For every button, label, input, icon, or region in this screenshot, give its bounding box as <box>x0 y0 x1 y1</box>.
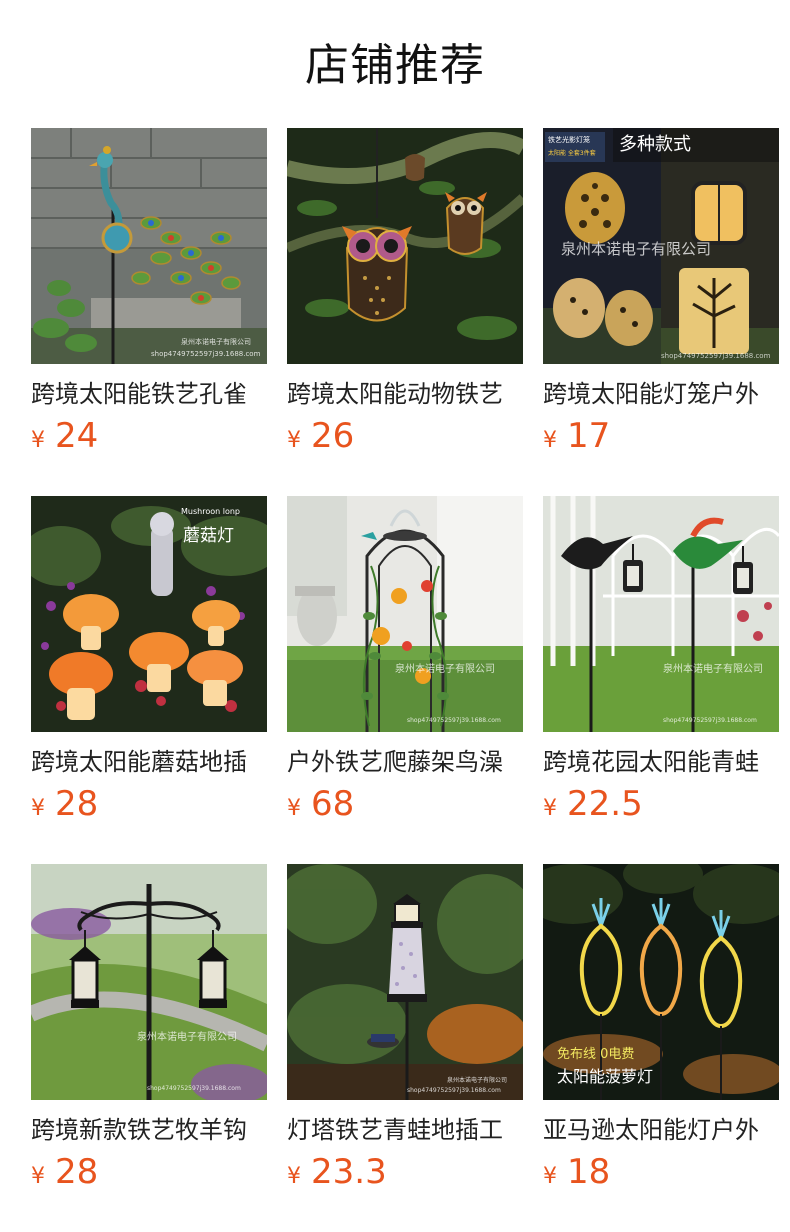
product-price: ¥68 <box>287 782 354 826</box>
svg-text:shop4749752597j39.1688.com: shop4749752597j39.1688.com <box>151 350 261 358</box>
svg-text:泉州本诺电子有限公司: 泉州本诺电子有限公司 <box>181 337 251 346</box>
product-card[interactable]: 跨境太阳能动物铁艺 ¥26 <box>287 128 523 468</box>
price-value: 17 <box>567 416 611 456</box>
product-name[interactable]: 亚马逊太阳能灯户外 <box>543 1112 779 1148</box>
product-image[interactable]: 多种款式 铁艺光影灯笼 太阳能 全套3件套 泉州本诺电子有限公司 shop474… <box>543 128 779 364</box>
product-name[interactable]: 跨境太阳能灯笼户外 <box>543 376 779 412</box>
svg-text:免布线 0电费: 免布线 0电费 <box>557 1047 634 1062</box>
svg-text:泉州本诺电子有限公司: 泉州本诺电子有限公司 <box>561 240 711 258</box>
moroccan-lanterns-image: 多种款式 铁艺光影灯笼 太阳能 全套3件套 泉州本诺电子有限公司 shop474… <box>543 128 779 364</box>
product-card[interactable]: Mushroon lonp 蘑菇灯 跨境太阳能蘑菇地插 ¥28 <box>31 496 267 836</box>
product-image[interactable] <box>287 128 523 364</box>
svg-text:泉州本诺电子有限公司: 泉州本诺电子有限公司 <box>447 1076 507 1084</box>
product-image[interactable]: 泉州本诺电子有限公司 shop4749752597j39.1688.com <box>287 496 523 732</box>
product-price: ¥17 <box>543 414 610 458</box>
product-card[interactable]: 免布线 0电费 太阳能菠萝灯 亚马逊太阳能灯户外 ¥18 <box>543 864 779 1204</box>
product-card[interactable]: 泉州本诺电子有限公司 shop4749752597j39.1688.com 跨境… <box>31 864 267 1204</box>
product-card[interactable]: 泉州本诺电子有限公司 shop4749752597j39.1688.com 户外… <box>287 496 523 836</box>
currency-symbol: ¥ <box>543 796 557 821</box>
owl-lantern-image <box>287 128 523 364</box>
product-name[interactable]: 灯塔铁艺青蛙地插工 <box>287 1112 523 1148</box>
product-card[interactable]: 泉州本诺电子有限公司 shop4749752597j39.1688.com 灯塔… <box>287 864 523 1204</box>
currency-symbol: ¥ <box>31 1164 45 1189</box>
product-image[interactable]: 泉州本诺电子有限公司 shop4749752597j39.1688.com <box>31 128 267 364</box>
product-image[interactable]: 免布线 0电费 太阳能菠萝灯 <box>543 864 779 1100</box>
product-price: ¥23.3 <box>287 1150 387 1194</box>
product-card[interactable]: 多种款式 铁艺光影灯笼 太阳能 全套3件套 泉州本诺电子有限公司 shop474… <box>543 128 779 468</box>
product-name[interactable]: 跨境太阳能铁艺孔雀 <box>31 376 267 412</box>
svg-text:太阳能 全套3件套: 太阳能 全套3件套 <box>548 149 596 157</box>
svg-text:shop4749752597j39.1688.com: shop4749752597j39.1688.com <box>407 717 501 724</box>
svg-text:泉州本诺电子有限公司: 泉州本诺电子有限公司 <box>137 1030 237 1043</box>
svg-text:shop4749752597j39.1688.com: shop4749752597j39.1688.com <box>663 717 757 724</box>
price-value: 18 <box>567 1152 611 1192</box>
svg-text:shop4749752597j39.1688.com: shop4749752597j39.1688.com <box>661 352 771 360</box>
svg-text:泉州本诺电子有限公司: 泉州本诺电子有限公司 <box>663 662 763 675</box>
svg-text:Mushroon lonp: Mushroon lonp <box>181 507 240 516</box>
svg-text:shop4749752597j39.1688.com: shop4749752597j39.1688.com <box>147 1085 241 1092</box>
shepherd-hook-image: 泉州本诺电子有限公司 shop4749752597j39.1688.com <box>31 864 267 1100</box>
product-name[interactable]: 跨境花园太阳能青蛙 <box>543 744 779 780</box>
product-name[interactable]: 跨境新款铁艺牧羊钩 <box>31 1112 267 1148</box>
product-price: ¥18 <box>543 1150 610 1194</box>
price-value: 23.3 <box>311 1152 387 1192</box>
svg-text:多种款式: 多种款式 <box>619 134 691 155</box>
product-image[interactable]: Mushroon lonp 蘑菇灯 <box>31 496 267 732</box>
peacock-stake-image: 泉州本诺电子有限公司 shop4749752597j39.1688.com <box>31 128 267 364</box>
lighthouse-stake-image: 泉州本诺电子有限公司 shop4749752597j39.1688.com <box>287 864 523 1100</box>
product-image[interactable]: 泉州本诺电子有限公司 shop4749752597j39.1688.com <box>31 864 267 1100</box>
svg-text:太阳能菠萝灯: 太阳能菠萝灯 <box>557 1067 653 1086</box>
product-name[interactable]: 户外铁艺爬藤架鸟澡 <box>287 744 523 780</box>
trellis-birdbath-image: 泉州本诺电子有限公司 shop4749752597j39.1688.com <box>287 496 523 732</box>
price-value: 22.5 <box>567 784 643 824</box>
mushroom-lamps-image: Mushroon lonp 蘑菇灯 <box>31 496 267 732</box>
pineapple-neon-image: 免布线 0电费 太阳能菠萝灯 <box>543 864 779 1100</box>
currency-symbol: ¥ <box>287 1164 301 1189</box>
product-image[interactable]: 泉州本诺电子有限公司 shop4749752597j39.1688.com <box>543 496 779 732</box>
product-price: ¥28 <box>31 782 98 826</box>
product-name[interactable]: 跨境太阳能动物铁艺 <box>287 376 523 412</box>
product-card[interactable]: 泉州本诺电子有限公司 shop4749752597j39.1688.com 跨境… <box>543 496 779 836</box>
product-price: ¥22.5 <box>543 782 643 826</box>
price-value: 26 <box>311 416 355 456</box>
product-name[interactable]: 跨境太阳能蘑菇地插 <box>31 744 267 780</box>
product-price: ¥24 <box>31 414 98 458</box>
svg-text:泉州本诺电子有限公司: 泉州本诺电子有限公司 <box>395 662 495 675</box>
product-price: ¥26 <box>287 414 354 458</box>
page-title: 店铺推荐 <box>305 40 485 91</box>
currency-symbol: ¥ <box>287 428 301 453</box>
hummingbird-stakes-image: 泉州本诺电子有限公司 shop4749752597j39.1688.com <box>543 496 779 732</box>
price-value: 68 <box>311 784 355 824</box>
svg-text:铁艺光影灯笼: 铁艺光影灯笼 <box>548 135 590 144</box>
product-card[interactable]: 泉州本诺电子有限公司 shop4749752597j39.1688.com 跨境… <box>31 128 267 468</box>
currency-symbol: ¥ <box>287 796 301 821</box>
currency-symbol: ¥ <box>543 1164 557 1189</box>
price-value: 28 <box>55 784 99 824</box>
currency-symbol: ¥ <box>31 796 45 821</box>
price-value: 24 <box>55 416 99 456</box>
product-image[interactable]: 泉州本诺电子有限公司 shop4749752597j39.1688.com <box>287 864 523 1100</box>
svg-text:shop4749752597j39.1688.com: shop4749752597j39.1688.com <box>407 1087 501 1094</box>
price-value: 28 <box>55 1152 99 1192</box>
svg-text:蘑菇灯: 蘑菇灯 <box>183 526 234 546</box>
currency-symbol: ¥ <box>31 428 45 453</box>
product-price: ¥28 <box>31 1150 98 1194</box>
currency-symbol: ¥ <box>543 428 557 453</box>
